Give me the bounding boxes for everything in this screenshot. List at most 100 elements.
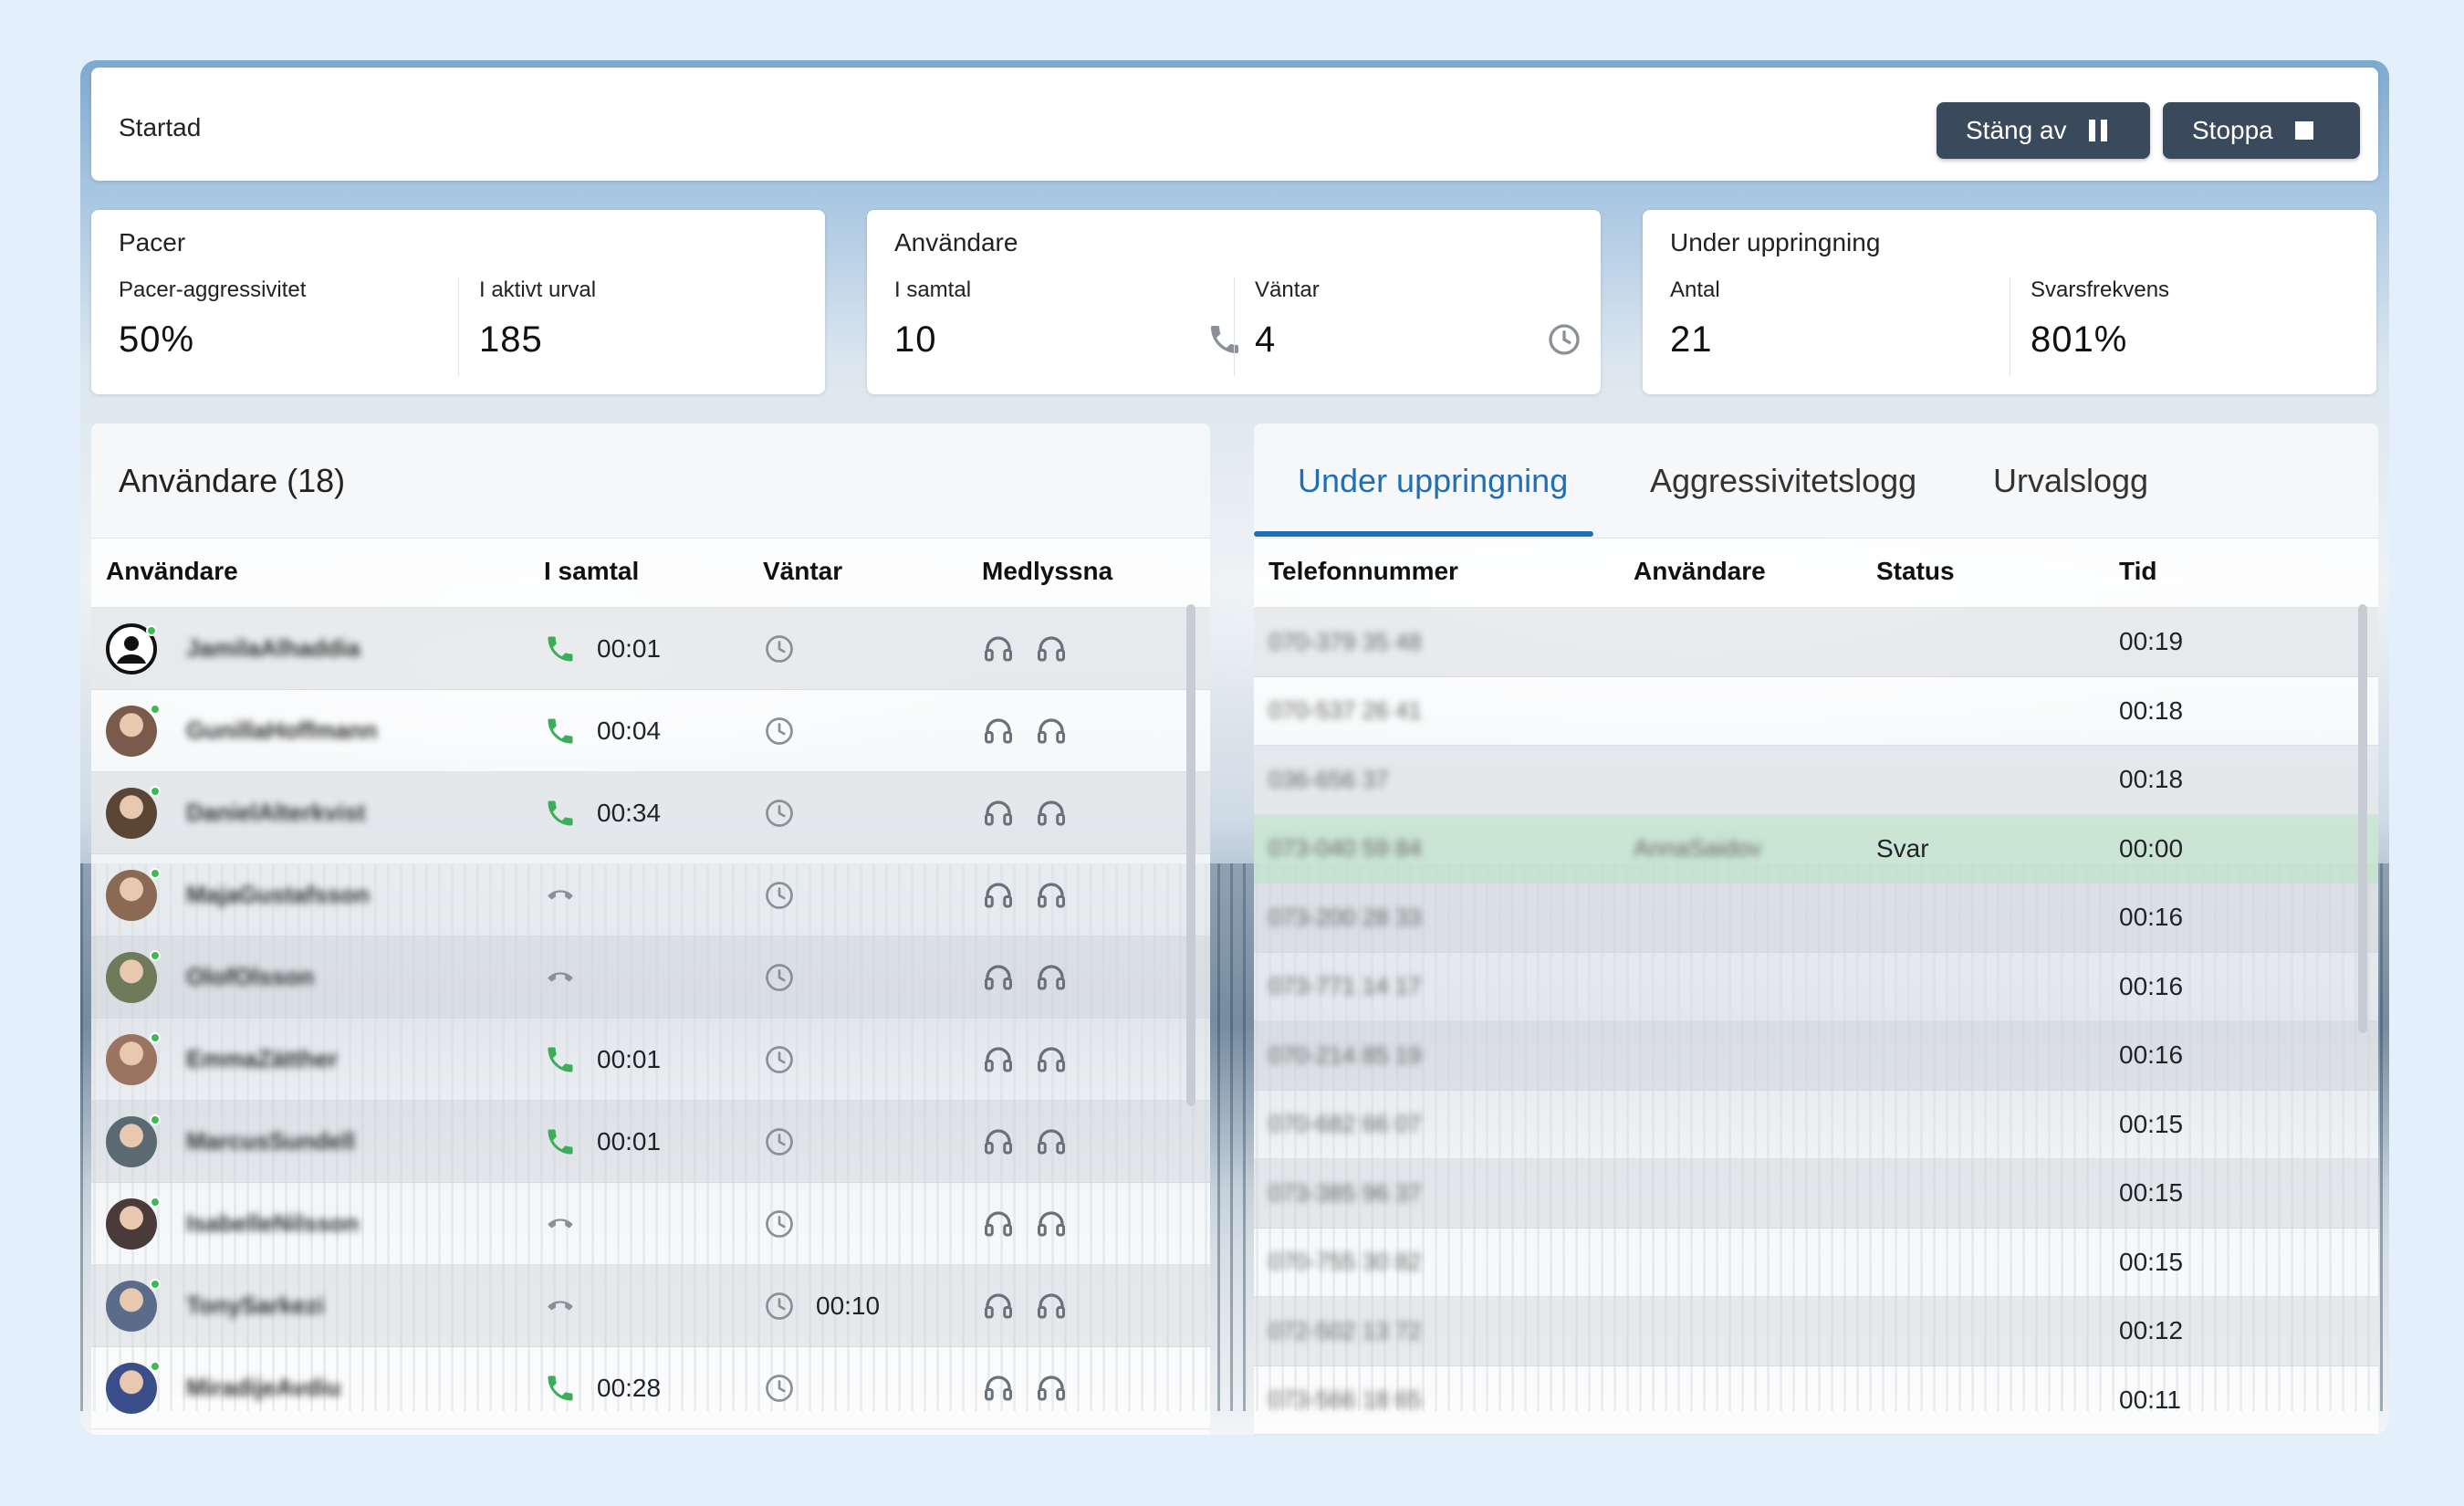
users-title: Användare (894, 228, 1018, 256)
whisper-headset-icon[interactable] (1035, 1043, 1068, 1076)
call-time: 00:28 (597, 1373, 662, 1402)
avatar (106, 868, 161, 921)
phone-icon (548, 1047, 573, 1072)
user-name: EmmaZätther (186, 1045, 339, 1072)
user-name: MarcusSundell (186, 1127, 355, 1155)
col-status[interactable]: Status (1876, 557, 1955, 586)
dialing-scrollbar[interactable] (2358, 604, 2367, 1033)
table-row[interactable]: 070-214 85 19 00:16 (1254, 1021, 2378, 1091)
pause-button[interactable]: Stäng av (1937, 102, 2150, 159)
table-row[interactable]: 073-200 28 33 00:16 (1254, 884, 2378, 953)
col-user[interactable]: Användare (106, 557, 238, 586)
phone-icon (548, 1129, 573, 1154)
time-cell: 00:16 (2119, 884, 2183, 952)
col-phone[interactable]: Telefonnummer (1269, 557, 1458, 586)
table-row[interactable]: MarcusSundell 00:01 (91, 1101, 1210, 1183)
phone-icon (548, 1375, 573, 1400)
phone-number: 070-214 85 19 (1269, 1041, 1422, 1069)
status-cell: Svar (1876, 815, 1929, 884)
dial-time: 00:15 (2119, 1247, 2184, 1276)
online-indicator (150, 1032, 161, 1043)
col-listen[interactable]: Medlyssna (982, 557, 1112, 586)
listen-headset-icon[interactable] (982, 879, 1015, 912)
table-row[interactable]: MiradijeAvdiu 00:28 (91, 1347, 1210, 1429)
waiting-cell (763, 1183, 816, 1264)
tab-dialing[interactable]: Under uppringning (1298, 462, 1568, 500)
phone-number: 073-385 96 37 (1269, 1178, 1422, 1207)
phone-icon (548, 718, 573, 743)
dial-time: 00:16 (2119, 903, 2184, 932)
listen-headset-icon[interactable] (982, 1372, 1015, 1405)
col-time[interactable]: Tid (2119, 557, 2156, 586)
stat-label: Svarsfrekvens (2031, 277, 2170, 302)
user-name-cell: GunillaHoffmann (186, 690, 377, 771)
whisper-headset-icon[interactable] (1035, 1125, 1068, 1158)
table-row[interactable]: GunillaHoffmann 00:04 (91, 690, 1210, 772)
time-cell: 00:12 (2119, 1297, 2183, 1365)
table-row[interactable]: 070-537 26 41 00:18 (1254, 676, 2378, 746)
table-row[interactable]: DanielAlterkvist 00:34 (91, 772, 1210, 854)
listen-cell (982, 1347, 1068, 1428)
user-name-cell: OlofOlsson (186, 936, 314, 1018)
phone-cell: 070-537 26 41 (1269, 677, 1422, 746)
whisper-headset-icon[interactable] (1035, 1290, 1068, 1323)
users-in-call: I samtal 10 (894, 277, 1252, 376)
avatar (106, 1114, 161, 1167)
user-name: GunillaHoffmann (186, 716, 378, 744)
listen-headset-icon[interactable] (982, 797, 1015, 830)
stop-button[interactable]: Stoppa (2163, 102, 2360, 159)
table-row[interactable]: OlofOlsson (91, 936, 1210, 1019)
waiting-cell (763, 772, 816, 853)
table-row[interactable]: 036-656 37 00:18 (1254, 746, 2378, 815)
listen-headset-icon[interactable] (982, 715, 1015, 748)
listen-headset-icon[interactable] (982, 1043, 1015, 1076)
whisper-headset-icon[interactable] (1035, 633, 1068, 665)
table-row[interactable]: IsabelleNilsson (91, 1183, 1210, 1265)
dialing-table-body: 070-379 35 48 00:19 070-537 26 41 00:18 036-… (1254, 608, 2378, 1435)
tab-aggressiveness-log[interactable]: Aggressivitetslogg (1650, 462, 1916, 500)
col-user[interactable]: Användare (1634, 557, 1766, 586)
stop-button-label: Stoppa (2192, 116, 2273, 144)
table-row[interactable]: 072-502 13 72 00:12 (1254, 1297, 2378, 1366)
table-row[interactable]: EmmaZätther 00:01 (91, 1019, 1210, 1101)
table-row[interactable]: 070-682 66 07 00:15 (1254, 1090, 2378, 1159)
time-cell: 00:15 (2119, 1229, 2183, 1297)
whisper-headset-icon[interactable] (1035, 715, 1068, 748)
listen-headset-icon[interactable] (982, 961, 1015, 994)
listen-headset-icon[interactable] (982, 1125, 1015, 1158)
avatar (106, 950, 161, 1003)
table-row[interactable]: 070-755 30 82 00:15 (1254, 1228, 2378, 1297)
whisper-headset-icon[interactable] (1035, 1208, 1068, 1240)
online-indicator (150, 786, 161, 797)
whisper-headset-icon[interactable] (1035, 1372, 1068, 1405)
table-row[interactable]: 073-771 14 17 00:16 (1254, 952, 2378, 1021)
listen-cell (982, 608, 1068, 689)
time-cell: 00:16 (2119, 953, 2183, 1021)
table-row[interactable]: JamilaAlhaddia 00:01 (91, 608, 1210, 690)
avatar (106, 1361, 161, 1414)
col-in-call[interactable]: I samtal (544, 557, 639, 586)
listen-cell (982, 1183, 1068, 1264)
users-panel-title: Användare (18) (119, 462, 346, 499)
listen-headset-icon[interactable] (982, 1208, 1015, 1240)
tab-selection-log[interactable]: Urvalslogg (1993, 462, 2148, 500)
whisper-headset-icon[interactable] (1035, 961, 1068, 994)
whisper-headset-icon[interactable] (1035, 797, 1068, 830)
table-row[interactable]: MajaGustafsson (91, 854, 1210, 936)
col-waiting[interactable]: Väntar (763, 557, 842, 586)
waiting-cell (763, 1101, 816, 1182)
user-name-cell: MajaGustafsson (186, 854, 370, 936)
table-row[interactable]: 073-566 18 65 00:11 (1254, 1365, 2378, 1435)
whisper-headset-icon[interactable] (1035, 879, 1068, 912)
table-row[interactable]: 073-385 96 37 00:15 (1254, 1159, 2378, 1229)
phone-cell: 070-682 66 07 (1269, 1091, 1422, 1159)
status-bar: Startad Stäng av Stoppa (91, 68, 2378, 181)
table-row[interactable]: 073-040 59 84 AnnaSaidov Svar 00:00 (1254, 814, 2378, 884)
stop-icon (2294, 121, 2313, 140)
table-row[interactable]: 070-379 35 48 00:19 (1254, 608, 2378, 677)
listen-headset-icon[interactable] (982, 1290, 1015, 1323)
table-row[interactable]: TonySarkezi 00:10 (91, 1265, 1210, 1347)
listen-headset-icon[interactable] (982, 633, 1015, 665)
stat-value: 801% (2031, 319, 2128, 360)
users-scrollbar[interactable] (1186, 604, 1195, 1106)
